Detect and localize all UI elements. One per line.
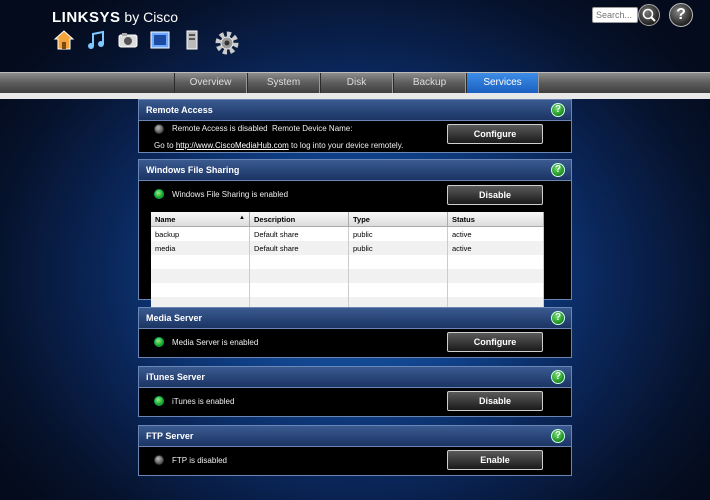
- music-icon[interactable]: [84, 28, 108, 52]
- logo: LINKSYS by Cisco: [52, 9, 178, 26]
- photo-icon[interactable]: [116, 28, 140, 52]
- media-server-status: Media Server is enabled: [172, 338, 259, 347]
- remote-access-configure-button[interactable]: Configure: [447, 124, 543, 144]
- windows-file-sharing-help-icon[interactable]: ?: [551, 163, 565, 177]
- ftp-server-status: FTP is disabled: [172, 456, 227, 465]
- tab-services[interactable]: Services: [466, 73, 539, 93]
- remote-access-status: Remote Access is disabled: [172, 124, 268, 133]
- gear-icon[interactable]: [212, 28, 242, 58]
- help-button[interactable]: ?: [669, 3, 693, 27]
- tab-bar: Overview System Disk Backup Services: [0, 72, 710, 94]
- remote-access-instructions: Go to http://www.CiscoMediaHub.com to lo…: [154, 141, 404, 150]
- tab-backup[interactable]: Backup: [393, 73, 466, 93]
- brand-suffix: by Cisco: [124, 9, 179, 25]
- itunes-server-status-led: [154, 396, 164, 406]
- column-header-name[interactable]: Name ▲: [151, 212, 250, 227]
- sort-ascending-icon: ▲: [239, 214, 245, 221]
- search-input[interactable]: [592, 7, 638, 23]
- empty-row: [151, 255, 544, 269]
- share-status: active: [447, 226, 544, 241]
- windows-file-sharing-title: Windows File Sharing: [146, 165, 240, 175]
- media-server-help-icon[interactable]: ?: [551, 311, 565, 325]
- media-server-configure-button[interactable]: Configure: [447, 332, 543, 352]
- tab-disk[interactable]: Disk: [320, 73, 393, 93]
- share-type: public: [348, 241, 448, 255]
- ftp-server-panel: FTP Server ? FTP is disabled Enable: [138, 425, 572, 476]
- media-server-title: Media Server: [146, 313, 203, 323]
- brand-name: LINKSYS: [52, 9, 121, 26]
- share-type: public: [348, 226, 448, 241]
- ftp-server-enable-button[interactable]: Enable: [447, 450, 543, 470]
- remote-device-name-label: Remote Device Name:: [272, 124, 353, 133]
- remote-access-panel: Remote Access ? Remote Access is disable…: [138, 99, 572, 153]
- search-button[interactable]: [638, 4, 660, 26]
- empty-row: [151, 283, 544, 297]
- share-description: Default share: [249, 226, 349, 241]
- ftp-server-status-led: [154, 455, 164, 465]
- column-header-type[interactable]: Type: [348, 212, 448, 227]
- search-icon: [642, 8, 656, 22]
- windows-file-sharing-header: Windows File Sharing ?: [139, 160, 571, 181]
- column-header-description[interactable]: Description: [249, 212, 349, 227]
- itunes-server-panel: iTunes Server ? iTunes is enabled Disabl…: [138, 366, 572, 417]
- remote-access-header: Remote Access ?: [139, 100, 571, 121]
- ftp-server-title: FTP Server: [146, 431, 194, 441]
- media-server-status-led: [154, 337, 164, 347]
- windows-file-sharing-disable-button[interactable]: Disable: [447, 185, 543, 205]
- itunes-server-help-icon[interactable]: ?: [551, 370, 565, 384]
- nav-icons: [52, 28, 242, 58]
- media-server-header: Media Server ?: [139, 308, 571, 329]
- table-row[interactable]: media Default share public active: [151, 241, 544, 255]
- remote-access-title: Remote Access: [146, 105, 213, 115]
- tab-system[interactable]: System: [247, 73, 320, 93]
- video-icon[interactable]: [148, 28, 172, 52]
- windows-file-sharing-panel: Windows File Sharing ? Windows File Shar…: [138, 159, 572, 311]
- windows-file-sharing-status: Windows File Sharing is enabled: [172, 190, 289, 199]
- empty-row: [151, 269, 544, 283]
- share-name: backup: [151, 226, 250, 241]
- ftp-server-help-icon[interactable]: ?: [551, 429, 565, 443]
- tab-overview[interactable]: Overview: [174, 73, 247, 93]
- media-server-panel: Media Server ? Media Server is enabled C…: [138, 307, 572, 358]
- windows-file-sharing-status-led: [154, 189, 164, 199]
- home-icon[interactable]: [52, 28, 76, 52]
- itunes-server-status: iTunes is enabled: [172, 397, 235, 406]
- itunes-server-title: iTunes Server: [146, 372, 205, 382]
- share-name: media: [151, 241, 250, 255]
- remote-access-status-led: [154, 124, 164, 134]
- itunes-server-disable-button[interactable]: Disable: [447, 391, 543, 411]
- storage-icon[interactable]: [180, 28, 204, 52]
- share-status: active: [447, 241, 544, 255]
- remote-access-help-icon[interactable]: ?: [551, 103, 565, 117]
- itunes-server-header: iTunes Server ?: [139, 367, 571, 388]
- ftp-server-header: FTP Server ?: [139, 426, 571, 447]
- table-row[interactable]: backup Default share public active: [151, 226, 544, 241]
- column-header-status[interactable]: Status: [447, 212, 544, 227]
- shares-table: Name ▲ Description Type Status backup Def…: [151, 212, 544, 311]
- cisco-media-hub-link[interactable]: http://www.CiscoMediaHub.com: [176, 141, 289, 150]
- share-description: Default share: [249, 241, 349, 255]
